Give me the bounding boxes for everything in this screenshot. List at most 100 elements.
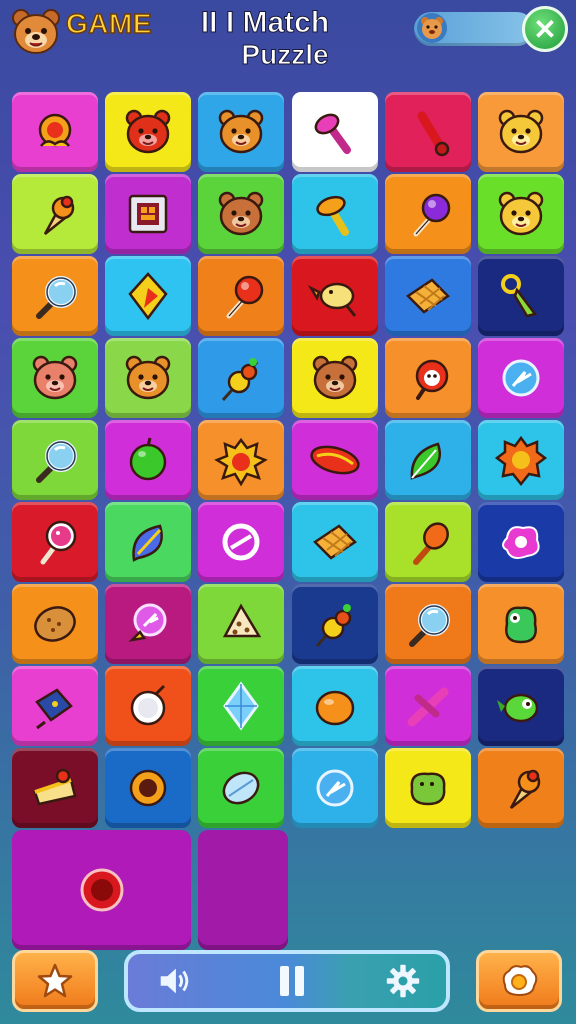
game-tile[interactable] [478,666,564,746]
orange-fruit-icon [315,690,354,726]
game-tile[interactable] [291,174,378,254]
blue-diamond-icon [223,681,260,731]
pink-cross-icon [407,687,449,727]
blue-swirl-icon [316,769,354,807]
game-tile[interactable] [198,748,285,828]
blue-swirl-icon [502,359,540,397]
game-tile[interactable] [198,92,285,172]
close-button[interactable]: ✕ [522,6,568,52]
game-tile[interactable] [12,420,98,500]
pause-icon [280,966,304,996]
empty-panel [198,830,289,950]
red-club-icon [417,111,450,157]
game-tile[interactable] [291,666,378,746]
speaker-icon [160,968,189,994]
game-tile[interactable] [478,584,564,664]
purple-lollipop-icon [413,193,451,237]
game-tile[interactable] [12,666,98,746]
game-tile[interactable] [291,256,378,336]
game-tile[interactable] [198,584,285,664]
game-tile[interactable] [384,92,471,172]
red-gem-icon [128,272,168,321]
sound-button[interactable] [128,954,220,1008]
game-tile[interactable] [12,338,98,418]
game-tile[interactable] [12,584,98,664]
ice-cream-icon [43,195,75,235]
game-tile[interactable] [384,420,471,500]
cake-slice-icon [33,768,77,806]
game-tile[interactable] [478,174,564,254]
game-tile[interactable] [384,666,471,746]
game-tile[interactable] [198,420,285,500]
game-tile[interactable] [198,338,285,418]
egg-icon [502,965,538,997]
star-button[interactable] [12,950,98,1012]
ice-cream-icon [509,769,541,809]
game-tile[interactable] [291,420,378,500]
game-tile[interactable] [478,256,564,336]
pink-bear-icon [32,355,78,400]
green-key-icon [501,274,538,318]
game-tile[interactable] [105,174,192,254]
game-tile[interactable] [105,502,192,582]
game-tile[interactable] [384,748,471,828]
green-frog-icon [505,606,537,644]
red-bear-icon [125,109,171,154]
game-tile[interactable] [384,338,471,418]
brown-bear-icon [219,191,264,236]
game-tile[interactable] [105,92,192,172]
game-tile[interactable] [105,666,192,746]
settings-button[interactable] [360,954,446,1008]
game-tile[interactable] [198,174,285,254]
game-tile[interactable] [291,92,378,172]
game-tile[interactable] [478,502,564,582]
blue-magnifier-icon [408,604,450,647]
game-tile[interactable] [105,584,192,664]
game-tile[interactable] [198,256,285,336]
game-tile[interactable] [105,256,192,336]
orange-flower-icon [38,113,72,147]
green-apple-icon [129,437,167,481]
game-tile[interactable] [384,502,471,582]
pink-blob-icon [502,526,540,559]
game-tile[interactable] [12,92,98,172]
game-tile[interactable] [12,174,98,254]
blue-magnifier-icon [36,276,77,319]
game-tile[interactable] [384,256,471,336]
game-tile[interactable] [198,666,285,746]
game-tile[interactable] [291,584,378,664]
game-tile[interactable] [12,748,98,828]
game-tile[interactable] [291,338,378,418]
game-tile[interactable] [198,502,285,582]
game-tile[interactable] [478,92,564,172]
red-splat-icon [214,437,269,487]
red-bear-lollipop-icon [415,359,449,400]
yellow-mushroom-icon [315,195,349,236]
game-label: GAME [65,7,152,40]
hot-dog-icon [309,445,360,475]
title-line-1: II I Match [200,6,330,40]
game-tile[interactable] [291,502,378,582]
game-tile[interactable] [384,174,471,254]
fruit-skewer-icon [222,358,259,402]
game-tile[interactable] [105,748,192,828]
game-board [12,92,564,950]
orange-bear-icon [219,109,264,154]
game-tile[interactable] [384,584,471,664]
framed-box-icon [128,194,168,234]
game-tile[interactable] [291,748,378,828]
game-tile[interactable] [105,338,192,418]
red-ring-icon [80,868,123,912]
star-icon [37,963,73,998]
waffle-icon [312,524,357,560]
combo-panel[interactable] [12,830,191,950]
game-tile[interactable] [478,420,564,500]
pause-button[interactable] [232,954,352,1008]
game-tile[interactable] [105,420,192,500]
game-tile[interactable] [12,502,98,582]
game-tile[interactable] [12,256,98,336]
egg-button[interactable] [476,950,562,1012]
game-tile[interactable] [478,338,564,418]
gear-icon [386,964,420,998]
game-tile[interactable] [478,748,564,828]
